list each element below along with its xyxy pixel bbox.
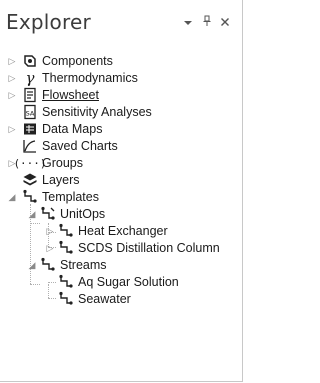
tree-item-label: Seawater (78, 292, 131, 306)
chevron-down-icon[interactable] (180, 15, 196, 31)
pin-icon[interactable] (199, 15, 215, 31)
tree-item-label: Templates (42, 190, 99, 204)
tree-item-label: Groups (42, 156, 83, 170)
tree-item-layers[interactable]: Layers (22, 171, 80, 189)
svg-text:SA: SA (26, 110, 35, 118)
template-item-icon (58, 240, 74, 256)
close-icon[interactable] (217, 15, 233, 31)
tree-item-label: Sensitivity Analyses (42, 105, 152, 119)
expand-arrow-icon[interactable]: ▷ (8, 90, 16, 100)
expand-arrow-icon[interactable]: ▷ (46, 226, 54, 236)
tree-item-unitops[interactable]: UnitOps (40, 205, 105, 223)
collapse-arrow-icon[interactable]: ◢ (8, 192, 16, 202)
collapse-arrow-icon[interactable]: ◢ (28, 260, 36, 270)
expand-arrow-icon[interactable]: ▷ (8, 124, 16, 134)
tree-item-label: Heat Exchanger (78, 224, 168, 238)
layers-icon (22, 172, 38, 188)
template-item-icon (58, 274, 74, 290)
tree-item-label: Data Maps (42, 122, 103, 136)
panel-title: Explorer (6, 10, 91, 34)
tree-item-label: Flowsheet (42, 88, 99, 102)
tree-item-label: Components (42, 54, 113, 68)
tree-connector (30, 223, 40, 224)
expand-arrow-icon[interactable]: ▷ (8, 73, 16, 83)
tree-item-heat-exchanger[interactable]: Heat Exchanger (58, 222, 168, 240)
tree-item-label: Streams (60, 258, 107, 272)
tree-item-label: Saved Charts (42, 139, 118, 153)
tree-connector (30, 284, 40, 285)
tree-item-label: Layers (42, 173, 80, 187)
gamma-icon: γ (25, 69, 35, 87)
tree-connector (48, 284, 49, 298)
template-item-icon (58, 291, 74, 307)
tree-item-saved-charts[interactable]: Saved Charts (22, 137, 118, 155)
tree-item-groups[interactable]: (···) Groups (13, 154, 83, 172)
tree-item-scds-distillation-column[interactable]: SCDS Distillation Column (58, 239, 220, 257)
unitops-icon (40, 206, 56, 222)
expand-arrow-icon[interactable]: ▷ (46, 243, 54, 253)
templates-icon (22, 189, 38, 205)
data-maps-icon (22, 121, 38, 137)
tree-item-sensitivity-analyses[interactable]: SA Sensitivity Analyses (22, 103, 152, 121)
template-item-icon (58, 223, 74, 239)
tree-item-thermodynamics[interactable]: γ Thermodynamics (22, 69, 138, 87)
flowsheet-icon (22, 87, 38, 103)
tree-item-flowsheet[interactable]: Flowsheet (22, 86, 99, 104)
panel-header: Explorer (0, 10, 243, 44)
sensitivity-icon: SA (22, 104, 38, 120)
tree-item-components[interactable]: Components (22, 52, 113, 70)
collapse-arrow-icon[interactable]: ◢ (28, 209, 36, 219)
tree-connector (48, 298, 56, 299)
tree-item-seawater[interactable]: Seawater (58, 290, 131, 308)
expand-arrow-icon[interactable]: ▷ (8, 56, 16, 66)
chart-icon (22, 138, 38, 154)
tree-item-label: Thermodynamics (42, 71, 138, 85)
tree-item-label: UnitOps (60, 207, 106, 221)
tree-item-streams[interactable]: Streams (40, 256, 107, 274)
tree-item-data-maps[interactable]: Data Maps (22, 120, 102, 138)
tree-connector (48, 282, 56, 283)
tree-item-label: Aq Sugar Solution (78, 275, 179, 289)
explorer-panel: Explorer ▷ Components ▷ γ Thermodynamics… (0, 0, 243, 382)
tree-item-aq-sugar-solution[interactable]: Aq Sugar Solution (58, 273, 179, 291)
tree-item-templates[interactable]: Templates (22, 188, 99, 206)
components-icon (22, 53, 38, 69)
streams-icon (40, 257, 56, 273)
groups-icon: (···) (13, 156, 47, 170)
tree-item-label: SCDS Distillation Column (78, 241, 220, 255)
